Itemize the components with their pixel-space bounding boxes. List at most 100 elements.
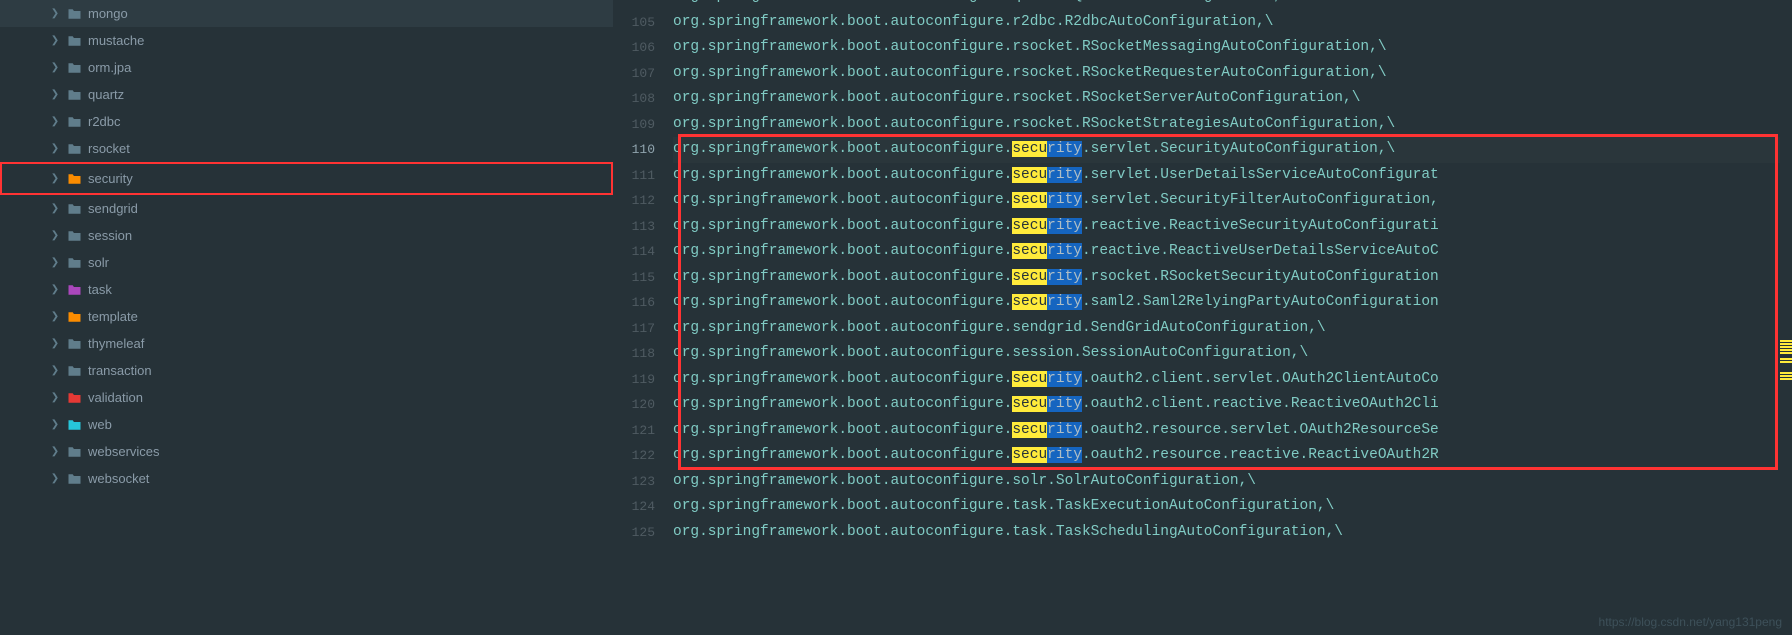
- tree-item-label: orm.jpa: [88, 60, 131, 75]
- tree-folder-solr[interactable]: ❯ solr: [0, 249, 613, 276]
- tree-folder-template[interactable]: ❯ template: [0, 303, 613, 330]
- code-line[interactable]: org.springframework.boot.autoconfigure.s…: [673, 316, 1792, 342]
- tree-item-label: transaction: [88, 363, 152, 378]
- chevron-right-icon[interactable]: ❯: [48, 35, 62, 46]
- tree-folder-rsocket[interactable]: ❯rsocket: [0, 135, 613, 162]
- tree-folder-transaction[interactable]: ❯ transaction: [0, 357, 613, 384]
- code-line[interactable]: org.springframework.boot.autoconfigure.q…: [673, 0, 1792, 10]
- folder-icon: [66, 7, 82, 21]
- chevron-right-icon[interactable]: ❯: [48, 473, 62, 484]
- chevron-right-icon[interactable]: ❯: [48, 203, 62, 214]
- code-line[interactable]: org.springframework.boot.autoconfigure.t…: [673, 520, 1792, 546]
- code-line[interactable]: org.springframework.boot.autoconfigure.s…: [673, 443, 1792, 469]
- code-line[interactable]: org.springframework.boot.autoconfigure.s…: [673, 239, 1792, 265]
- code-line[interactable]: org.springframework.boot.autoconfigure.s…: [673, 367, 1792, 393]
- code-line[interactable]: org.springframework.boot.autoconfigure.s…: [673, 137, 1792, 163]
- line-number: 119: [613, 367, 655, 393]
- code-line[interactable]: org.springframework.boot.autoconfigure.s…: [673, 418, 1792, 444]
- tree-item-label: thymeleaf: [88, 336, 144, 351]
- tree-folder-validation[interactable]: ❯validation: [0, 384, 613, 411]
- tree-folder-mongo[interactable]: ❯ mongo: [0, 0, 613, 27]
- tree-folder-session[interactable]: ❯ session: [0, 222, 613, 249]
- code-line[interactable]: org.springframework.boot.autoconfigure.s…: [673, 214, 1792, 240]
- chevron-right-icon[interactable]: ❯: [48, 8, 62, 19]
- search-highlight-partial: rity: [1047, 141, 1082, 157]
- file-tree-sidebar[interactable]: ❯mongo❯mustache❯orm.jpa❯quartz❯r2dbc❯rso…: [0, 0, 613, 635]
- folder-icon: [66, 115, 82, 129]
- tree-folder-mustache[interactable]: ❯ mustache: [0, 27, 613, 54]
- chevron-right-icon[interactable]: ❯: [48, 311, 62, 322]
- tree-folder-websocket[interactable]: ❯websocket: [0, 465, 613, 492]
- folder-icon: [66, 418, 82, 432]
- line-number: 108: [613, 86, 655, 112]
- code-line[interactable]: org.springframework.boot.autoconfigure.s…: [673, 290, 1792, 316]
- code-line[interactable]: org.springframework.boot.autoconfigure.r…: [673, 35, 1792, 61]
- chevron-right-icon[interactable]: ❯: [48, 446, 62, 457]
- chevron-right-icon[interactable]: ❯: [48, 143, 62, 154]
- chevron-right-icon[interactable]: ❯: [48, 338, 62, 349]
- line-number: 114: [613, 239, 655, 265]
- code-line[interactable]: org.springframework.boot.autoconfigure.r…: [673, 61, 1792, 87]
- tree-folder-r2dbc[interactable]: ❯ r2dbc: [0, 108, 613, 135]
- tree-folder-web[interactable]: ❯web: [0, 411, 613, 438]
- tree-item-label: solr: [88, 255, 109, 270]
- code-content[interactable]: org.springframework.boot.autoconfigure.q…: [673, 0, 1792, 635]
- tree-item-label: session: [88, 228, 132, 243]
- tree-item-label: task: [88, 282, 112, 297]
- tree-folder-thymeleaf[interactable]: ❯ thymeleaf: [0, 330, 613, 357]
- chevron-right-icon[interactable]: ❯: [48, 116, 62, 127]
- chevron-right-icon[interactable]: ❯: [48, 392, 62, 403]
- tree-folder-quartz[interactable]: ❯quartz: [0, 81, 613, 108]
- code-line[interactable]: org.springframework.boot.autoconfigure.s…: [673, 469, 1792, 495]
- line-number: 125: [613, 520, 655, 546]
- code-line[interactable]: org.springframework.boot.autoconfigure.s…: [673, 341, 1792, 367]
- tree-item-label: r2dbc: [88, 114, 121, 129]
- folder-icon: [66, 61, 82, 75]
- chevron-right-icon[interactable]: ❯: [48, 230, 62, 241]
- chevron-right-icon[interactable]: ❯: [48, 257, 62, 268]
- tree-item-label: security: [88, 171, 133, 186]
- folder-icon: [66, 142, 82, 156]
- code-line[interactable]: org.springframework.boot.autoconfigure.s…: [673, 265, 1792, 291]
- chevron-right-icon[interactable]: ❯: [48, 62, 62, 73]
- search-highlight-partial: rity: [1047, 371, 1082, 387]
- code-line[interactable]: org.springframework.boot.autoconfigure.r…: [673, 10, 1792, 36]
- line-number: 112: [613, 188, 655, 214]
- tree-item-label: mustache: [88, 33, 144, 48]
- line-number: 105: [613, 10, 655, 36]
- line-number: 109: [613, 112, 655, 138]
- search-highlight-partial: rity: [1047, 396, 1082, 412]
- tree-folder-orm-jpa[interactable]: ❯ orm.jpa: [0, 54, 613, 81]
- code-line[interactable]: org.springframework.boot.autoconfigure.s…: [673, 163, 1792, 189]
- scrollbar[interactable]: [1780, 0, 1792, 635]
- tree-folder-task[interactable]: ❯ task: [0, 276, 613, 303]
- line-number: 124: [613, 494, 655, 520]
- search-highlight: secu: [1012, 141, 1047, 157]
- tree-folder-sendgrid[interactable]: ❯sendgrid: [0, 195, 613, 222]
- chevron-right-icon[interactable]: ❯: [48, 419, 62, 430]
- code-line[interactable]: org.springframework.boot.autoconfigure.t…: [673, 494, 1792, 520]
- tree-item-label: webservices: [88, 444, 160, 459]
- scrollbar-search-marker: [1780, 372, 1792, 374]
- code-editor[interactable]: 1041051061071081091101111121131141151161…: [613, 0, 1792, 635]
- search-highlight: secu: [1012, 192, 1047, 208]
- chevron-right-icon[interactable]: ❯: [48, 365, 62, 376]
- scrollbar-search-marker: [1780, 375, 1792, 377]
- tree-folder-webservices[interactable]: ❯ webservices: [0, 438, 613, 465]
- code-line[interactable]: org.springframework.boot.autoconfigure.s…: [673, 392, 1792, 418]
- line-number: 111: [613, 163, 655, 189]
- folder-icon: [66, 472, 82, 486]
- chevron-right-icon[interactable]: ❯: [48, 173, 62, 184]
- line-number: 104: [613, 0, 655, 10]
- code-line[interactable]: org.springframework.boot.autoconfigure.s…: [673, 188, 1792, 214]
- tree-item-label: mongo: [88, 6, 128, 21]
- tree-item-label: template: [88, 309, 138, 324]
- code-line[interactable]: org.springframework.boot.autoconfigure.r…: [673, 86, 1792, 112]
- chevron-right-icon[interactable]: ❯: [48, 89, 62, 100]
- line-number: 123: [613, 469, 655, 495]
- tree-folder-security[interactable]: ❯ security: [0, 162, 613, 195]
- code-line[interactable]: org.springframework.boot.autoconfigure.r…: [673, 112, 1792, 138]
- folder-icon: [66, 229, 82, 243]
- chevron-right-icon[interactable]: ❯: [48, 284, 62, 295]
- folder-icon: [66, 283, 82, 297]
